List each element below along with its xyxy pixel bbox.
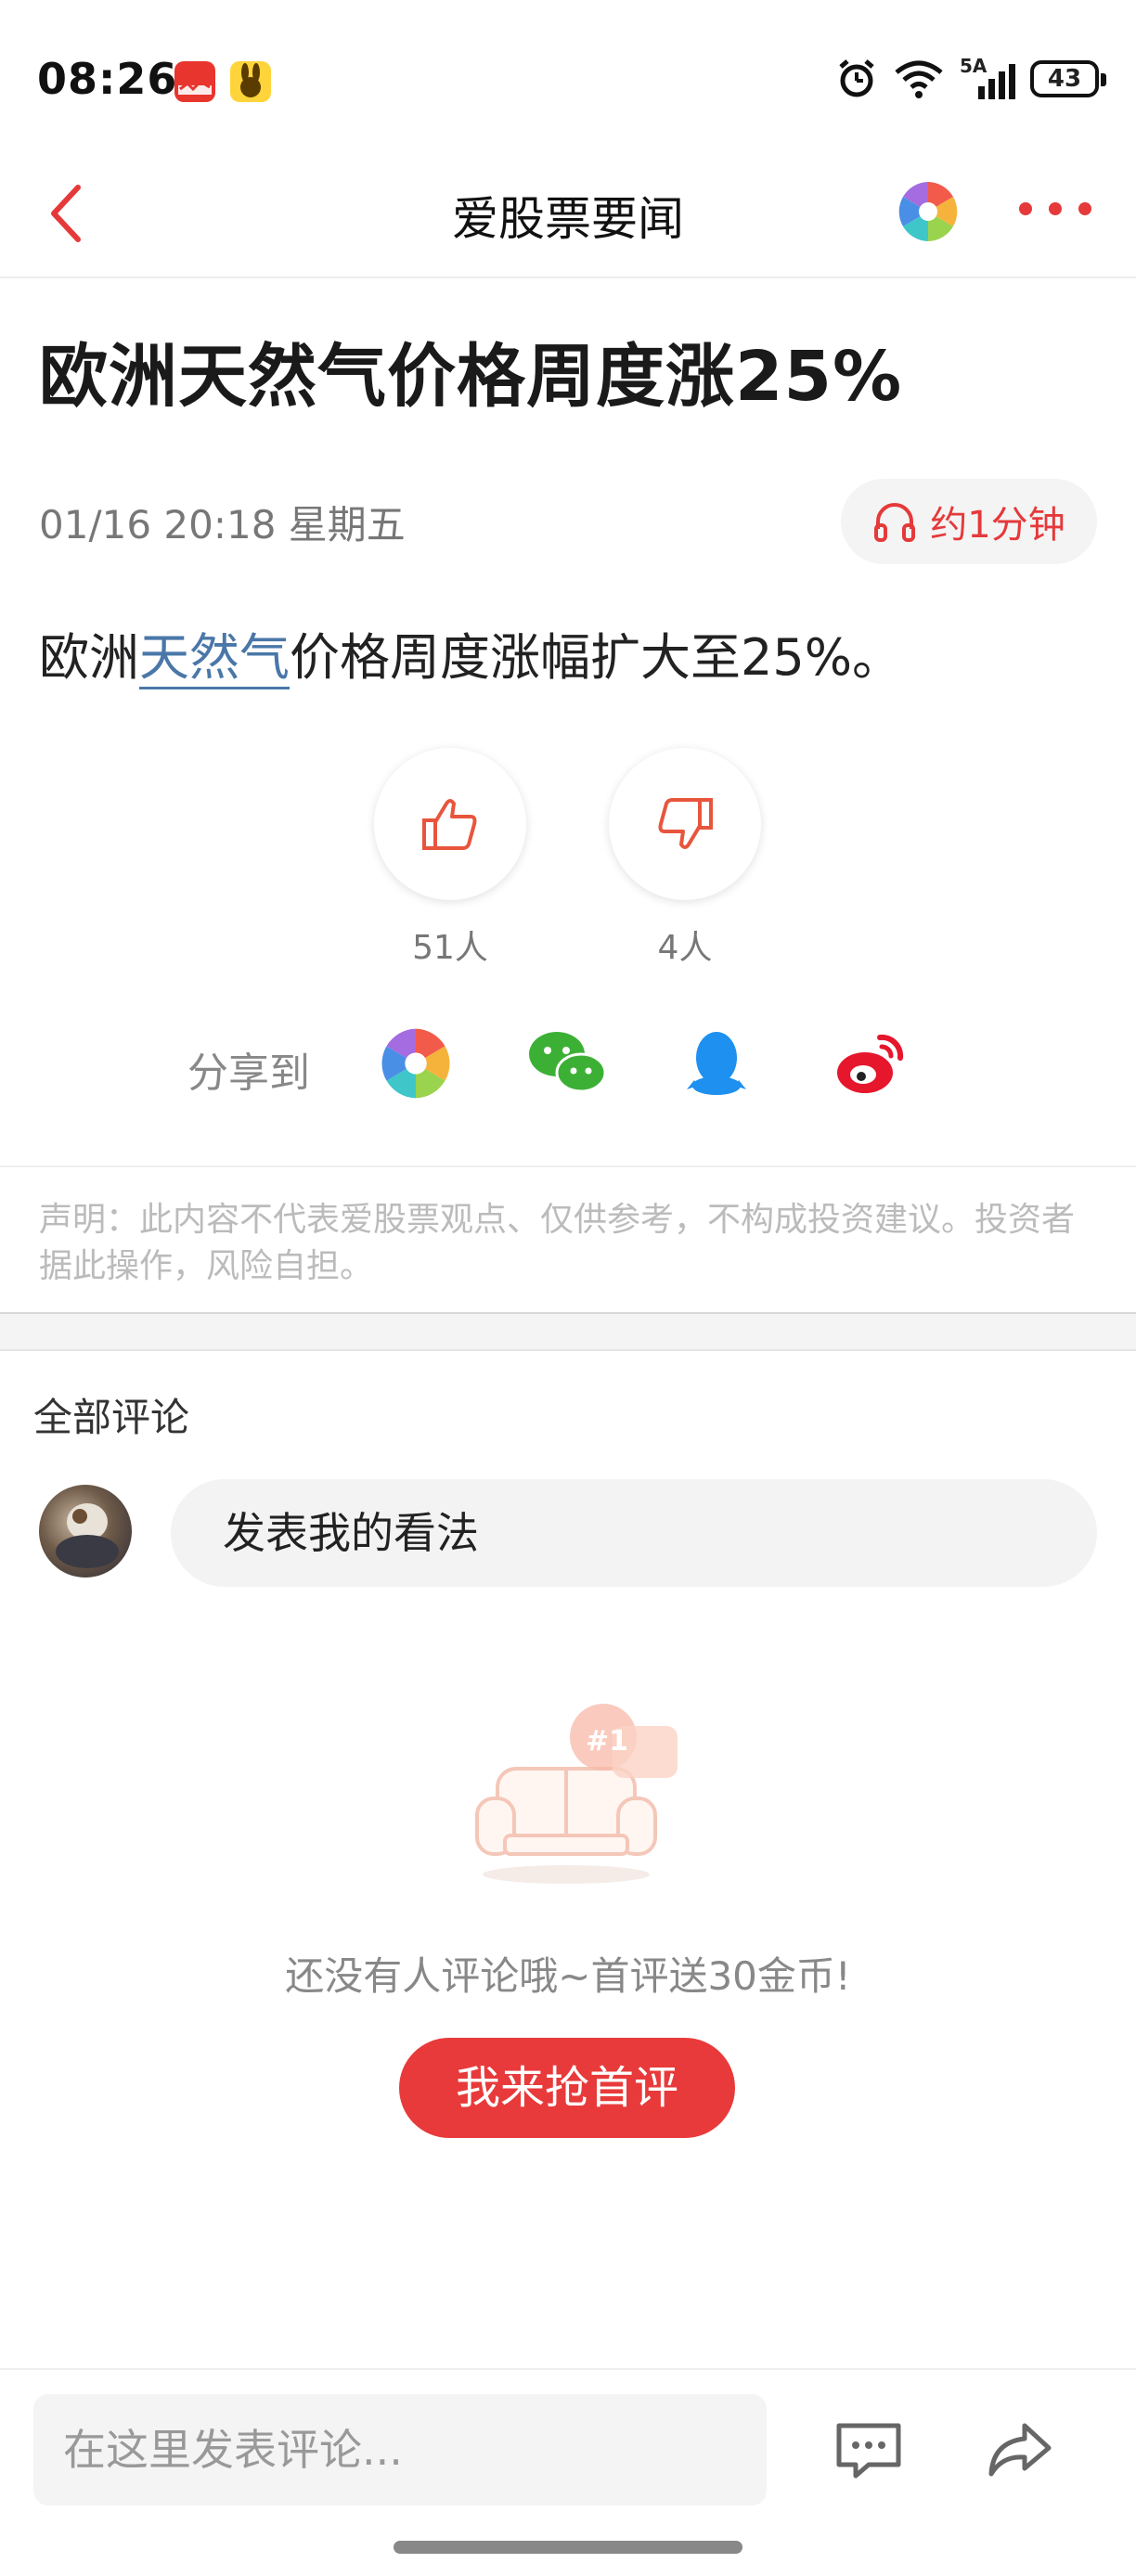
more-dots-icon[interactable] xyxy=(1019,202,1093,221)
network-type: 5A xyxy=(960,55,988,77)
aperture-logo-icon[interactable] xyxy=(895,178,962,245)
system-icons: 5A 43 xyxy=(835,55,1106,100)
headphones-icon xyxy=(874,503,916,542)
home-indicator xyxy=(394,2541,742,2554)
status-bar: 08:26 5A 43 xyxy=(0,0,1136,148)
article-headline: 欧洲天然气价格周度涨25% xyxy=(39,337,903,417)
share-wechat-icon[interactable] xyxy=(525,1024,607,1102)
empty-sofa-icon: #1 xyxy=(464,1698,687,1893)
status-time: 08:26 xyxy=(37,54,178,104)
share-arrow-icon[interactable] xyxy=(982,2413,1056,2487)
alarm-icon xyxy=(839,59,874,97)
share-qq-icon[interactable] xyxy=(678,1024,755,1102)
article-datetime: 01/16 20:18 星期五 xyxy=(39,502,406,547)
empty-badge-text: #1 xyxy=(586,1725,628,1758)
avatar xyxy=(39,1485,132,1578)
top-nav-bar: 爱股票要闻 xyxy=(0,148,1136,278)
thumbs-down-icon xyxy=(658,798,713,849)
like-count: 51人 xyxy=(412,929,488,967)
share-aigupiao-icon[interactable] xyxy=(377,1024,455,1102)
disclaimer-text: 声明：此内容不代表爱股票观点、仅供参考，不构成投资建议。投资者据此操作，风险自担… xyxy=(39,1201,1076,1285)
comment-input[interactable]: 在这里发表评论... xyxy=(33,2394,767,2505)
body-suffix: 价格周度涨幅扩大至25%。 xyxy=(290,628,903,687)
article-body: 欧洲天然气价格周度涨幅扩大至25%。 xyxy=(39,616,902,689)
share-label: 分享到 xyxy=(187,1050,310,1097)
comment-prompt-input[interactable]: 发表我的看法 xyxy=(171,1479,1097,1587)
dislike-count: 4人 xyxy=(657,929,713,967)
section-separator xyxy=(0,1312,1136,1351)
body-prefix: 欧洲 xyxy=(39,628,139,687)
signal-icon: 5A xyxy=(960,55,1015,99)
share-weibo-icon[interactable] xyxy=(832,1024,910,1102)
wifi-icon xyxy=(895,60,943,98)
first-comment-button[interactable]: 我来抢首评 xyxy=(399,2038,735,2138)
like-button[interactable] xyxy=(374,748,526,900)
listen-button[interactable]: 约1分钟 xyxy=(841,479,1097,564)
bottom-bar: 在这里发表评论... xyxy=(0,2368,1136,2576)
listen-duration: 约1分钟 xyxy=(930,504,1065,547)
body-link-natural-gas[interactable]: 天然气 xyxy=(139,628,290,689)
app-badge-aigupiao-icon xyxy=(174,61,215,102)
divider xyxy=(0,1166,1136,1167)
thumbs-up-icon xyxy=(422,799,477,850)
page-title: 爱股票要闻 xyxy=(452,192,684,246)
battery-icon: 43 xyxy=(1030,60,1106,97)
app-badge-rabbit-icon xyxy=(230,61,271,102)
comments-title: 全部评论 xyxy=(33,1395,190,1440)
dislike-button[interactable] xyxy=(609,748,761,900)
empty-comments-text: 还没有人评论哦~首评送30金币! xyxy=(285,1953,851,1999)
comment-bubble-icon[interactable] xyxy=(832,2413,906,2487)
